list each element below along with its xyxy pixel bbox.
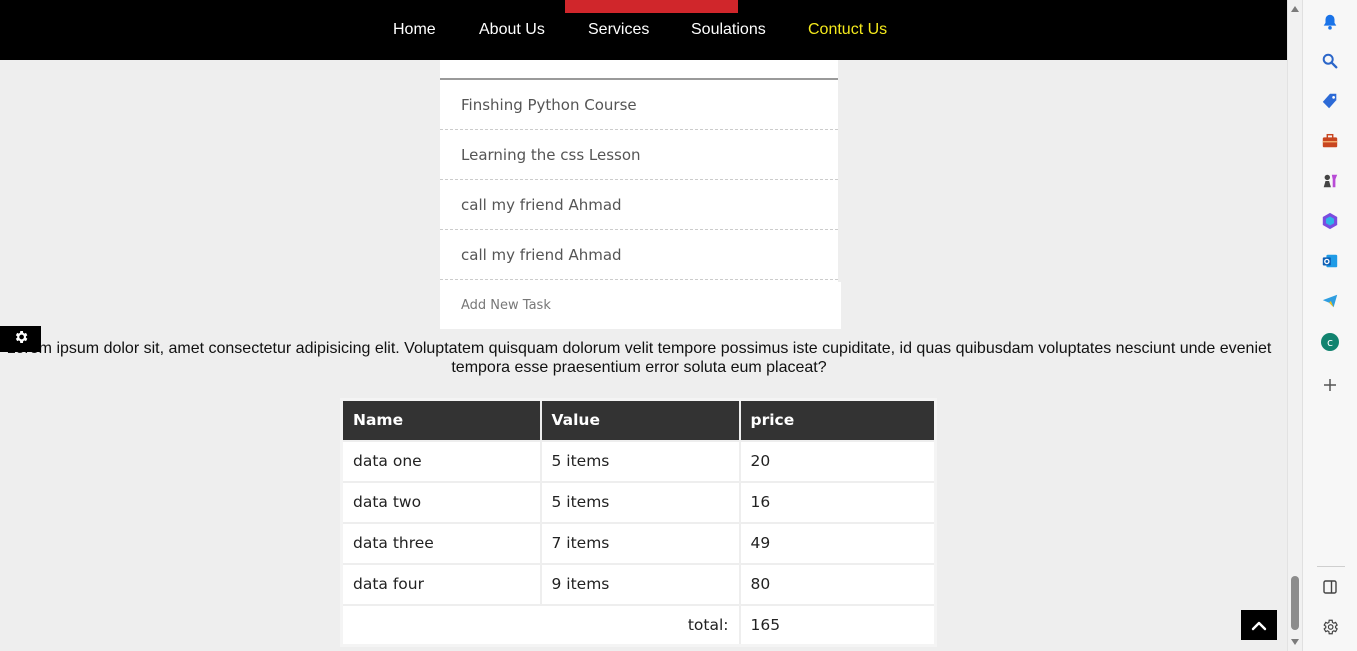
total-label: total: [340, 603, 741, 647]
table-row: data three 7 items 49 [340, 521, 937, 565]
task-item[interactable]: Finshing Python Course [440, 80, 838, 130]
sidebar-divider [1317, 566, 1345, 567]
back-to-top-button[interactable] [1241, 610, 1277, 640]
task-item[interactable]: call my friend Ahmad [440, 180, 838, 230]
table-cell: 20 [738, 439, 937, 483]
table-total-row: total: 165 [340, 603, 937, 647]
nav-link-soulations[interactable]: Soulations [691, 21, 766, 39]
c-app-icon[interactable]: c [1320, 332, 1340, 352]
column-header-value: Value [539, 398, 741, 442]
outlook-icon[interactable] [1320, 251, 1340, 271]
task-item[interactable]: Learning the css Lesson [440, 130, 838, 180]
toolbox-icon[interactable] [1320, 131, 1340, 151]
svg-text:c: c [1327, 336, 1333, 349]
tag-icon[interactable] [1320, 91, 1340, 111]
telegram-icon[interactable] [1320, 291, 1340, 311]
settings-toggle-button[interactable] [0, 326, 41, 352]
table-cell: 5 items [539, 480, 741, 524]
chevron-up-icon [1251, 616, 1267, 635]
web-page: Home About Us Services Soulations Contuc… [0, 0, 1287, 651]
task-list-header [440, 60, 838, 80]
add-task-input[interactable]: Add New Task [440, 282, 841, 329]
table-cell: data two [340, 480, 542, 524]
table-cell: 5 items [539, 439, 741, 483]
table-cell: data three [340, 521, 542, 565]
table-row: data one 5 items 20 [340, 439, 937, 483]
table-cell: 7 items [539, 521, 741, 565]
table-cell: 16 [738, 480, 937, 524]
chess-icon[interactable] [1320, 171, 1340, 191]
column-header-price: price [738, 398, 937, 442]
navbar: Home About Us Services Soulations Contuc… [0, 0, 1287, 60]
scroll-up-arrow[interactable] [1291, 6, 1299, 12]
browser-sidebar: c [1302, 0, 1357, 651]
column-header-name: Name [340, 398, 542, 442]
nav-link-home[interactable]: Home [393, 21, 436, 39]
table-row: data four 9 items 80 [340, 562, 937, 606]
table-cell: 49 [738, 521, 937, 565]
table-cell: data one [340, 439, 542, 483]
nav-link-contuct-us[interactable]: Contuct Us [808, 21, 887, 39]
nav-link-about-us[interactable]: About Us [479, 21, 545, 39]
table-cell: 9 items [539, 562, 741, 606]
intro-paragraph: Lorem ipsum dolor sit, amet consectetur … [6, 340, 1272, 376]
total-value: 165 [738, 603, 937, 647]
task-item[interactable]: call my friend Ahmad [440, 230, 838, 280]
task-list: Finshing Python Course Learning the css … [440, 60, 841, 329]
table-cell: 80 [738, 562, 937, 606]
search-icon[interactable] [1320, 51, 1340, 71]
scroll-thumb[interactable] [1291, 576, 1299, 630]
data-table: Name Value price data one 5 items 20 dat… [340, 398, 937, 647]
nav-link-services[interactable]: Services [588, 21, 649, 39]
gear-icon [13, 329, 29, 349]
table-row: data two 5 items 16 [340, 480, 937, 524]
table-cell: data four [340, 562, 542, 606]
nav-accent-bar [565, 0, 738, 13]
bell-icon[interactable] [1320, 12, 1340, 32]
office-icon[interactable] [1320, 211, 1340, 231]
table-header-row: Name Value price [340, 398, 937, 442]
split-screen-icon[interactable] [1320, 577, 1340, 597]
plus-icon[interactable] [1320, 375, 1340, 395]
scroll-down-arrow[interactable] [1291, 639, 1299, 645]
settings-icon[interactable] [1320, 617, 1340, 637]
page-scrollbar[interactable] [1287, 0, 1302, 651]
